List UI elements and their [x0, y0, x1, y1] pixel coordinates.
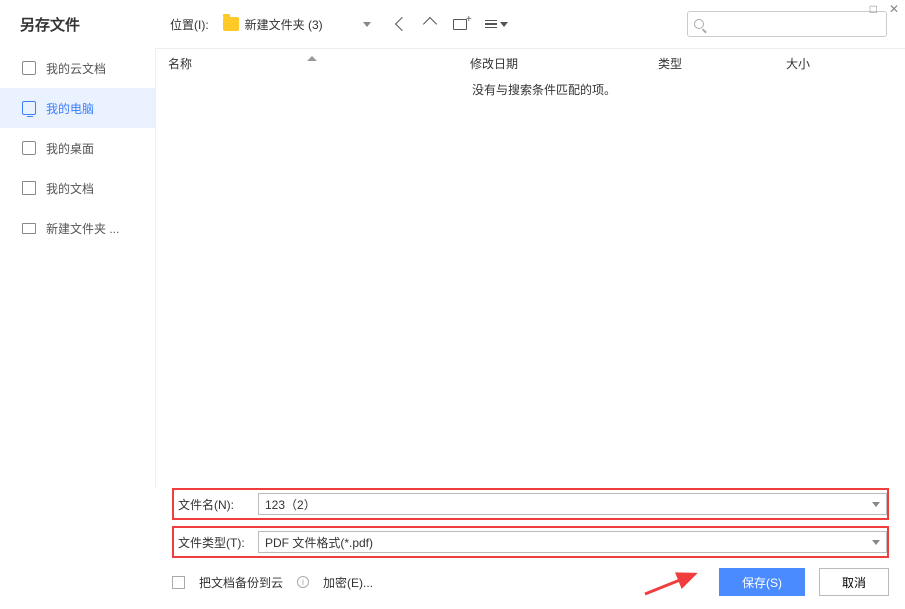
save-button[interactable]: 保存(S): [719, 568, 805, 596]
sidebar: 我的云文档 我的电脑 我的桌面 我的文档 新建文件夹 ...: [0, 48, 155, 488]
document-icon: [22, 181, 36, 195]
col-header-name[interactable]: 名称: [156, 55, 458, 72]
col-header-type[interactable]: 类型: [646, 55, 774, 72]
sidebar-item-label: 我的电脑: [46, 100, 94, 117]
sidebar-item-new-folder[interactable]: 新建文件夹 ...: [0, 208, 155, 248]
sidebar-item-label: 我的云文档: [46, 60, 106, 77]
backup-checkbox[interactable]: [172, 576, 185, 589]
sidebar-item-label: 新建文件夹 ...: [46, 220, 119, 237]
filetype-select[interactable]: PDF 文件格式(*.pdf): [258, 531, 887, 553]
col-header-date[interactable]: 修改日期: [458, 55, 646, 72]
dialog-title: 另存文件: [20, 14, 170, 35]
search-icon: [694, 19, 704, 29]
sidebar-item-my-computer[interactable]: 我的电脑: [0, 88, 155, 128]
chevron-down-icon: [363, 22, 371, 27]
info-icon[interactable]: i: [297, 576, 309, 588]
backup-label: 把文档备份到云: [199, 574, 283, 591]
sidebar-item-desktop[interactable]: 我的桌面: [0, 128, 155, 168]
filetype-row: 文件类型(T): PDF 文件格式(*.pdf): [172, 526, 889, 558]
search-input[interactable]: [687, 11, 887, 37]
monitor-icon: [22, 101, 36, 115]
desktop-icon: [22, 141, 36, 155]
location-label: 位置(I):: [170, 16, 209, 33]
chevron-down-icon: [872, 502, 880, 507]
close-icon[interactable]: ✕: [889, 2, 899, 16]
location-dropdown[interactable]: 新建文件夹 (3): [217, 11, 377, 37]
chevron-down-icon: [872, 540, 880, 545]
sidebar-item-my-docs[interactable]: 我的文档: [0, 168, 155, 208]
sort-indicator-icon: [307, 56, 317, 61]
folder-icon: [22, 223, 36, 234]
col-header-size[interactable]: 大小: [774, 55, 905, 72]
location-value: 新建文件夹 (3): [245, 16, 323, 33]
nav-up-button[interactable]: [425, 19, 435, 29]
sidebar-item-label: 我的桌面: [46, 140, 94, 157]
encrypt-link[interactable]: 加密(E)...: [323, 574, 373, 591]
maximize-icon[interactable]: □: [870, 2, 877, 16]
nav-back-button[interactable]: [397, 19, 407, 29]
file-list-area: 名称 修改日期 类型 大小 没有与搜索条件匹配的项。: [155, 48, 905, 488]
cube-icon: [22, 61, 36, 75]
filetype-label: 文件类型(T):: [174, 534, 258, 551]
sidebar-item-cloud-docs[interactable]: 我的云文档: [0, 48, 155, 88]
sidebar-item-label: 我的文档: [46, 180, 94, 197]
filename-row: 文件名(N): 123（2）: [172, 488, 889, 520]
view-mode-button[interactable]: [485, 20, 508, 29]
filename-label: 文件名(N):: [174, 496, 258, 513]
folder-icon: [223, 17, 239, 31]
new-folder-button[interactable]: [453, 19, 467, 30]
empty-message: 没有与搜索条件匹配的项。: [156, 77, 905, 98]
cancel-button[interactable]: 取消: [819, 568, 889, 596]
filename-input[interactable]: 123（2）: [258, 493, 887, 515]
